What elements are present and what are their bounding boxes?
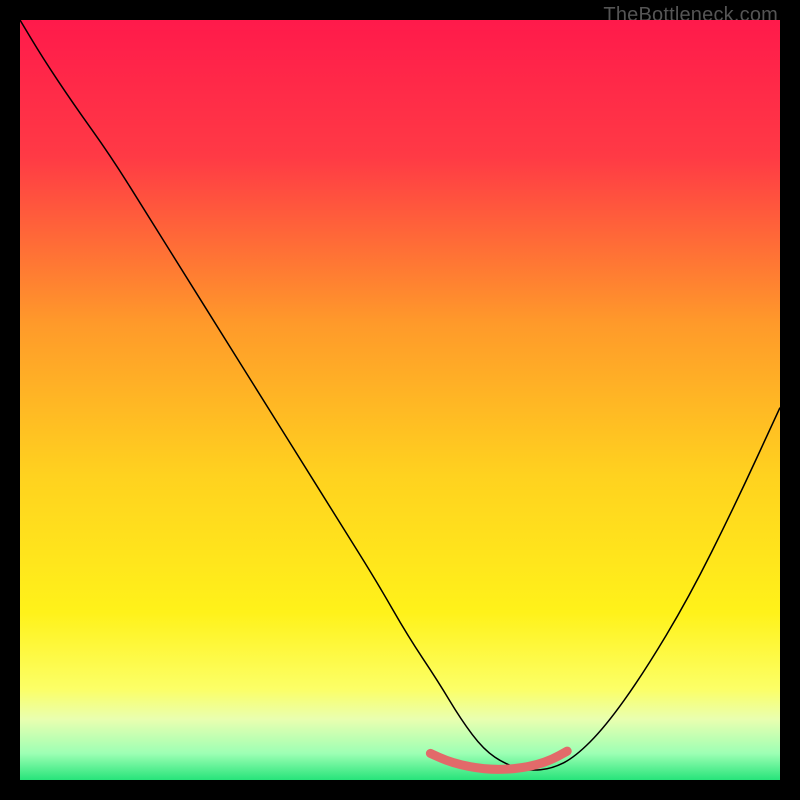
plot-area: [20, 20, 780, 780]
chart-stage: TheBottleneck.com: [0, 0, 800, 800]
series-bottleneck-curve: [20, 20, 780, 770]
curve-layer: [20, 20, 780, 780]
